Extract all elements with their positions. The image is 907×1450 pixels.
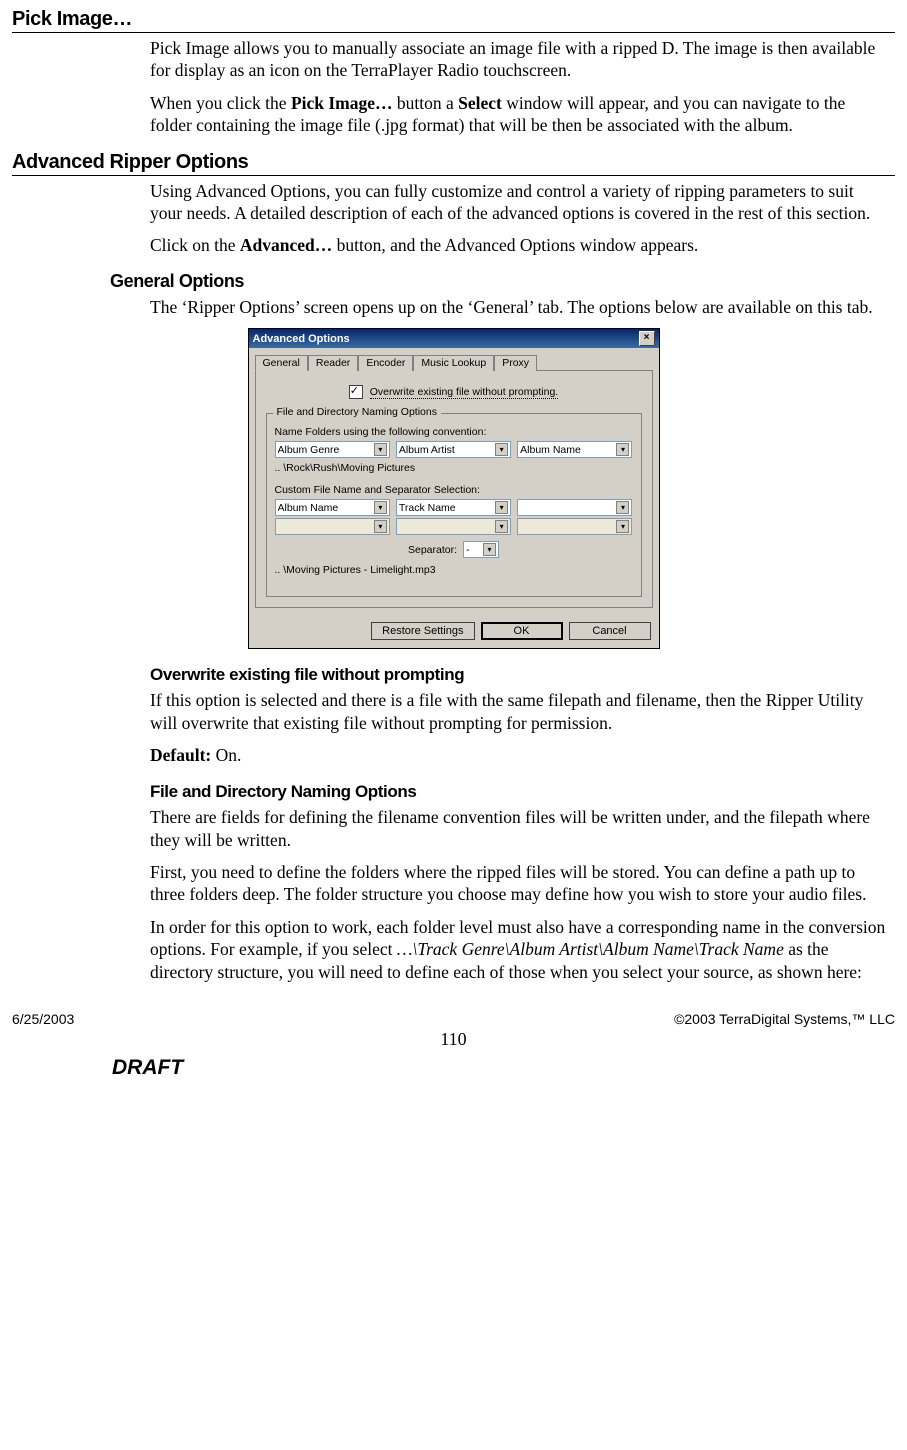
paragraph: The ‘Ripper Options’ screen opens up on … <box>150 296 889 318</box>
tab-encoder[interactable]: Encoder <box>358 355 413 371</box>
dialog-titlebar: Advanced Options × <box>249 329 659 348</box>
footer-copyright: ©2003 TerraDigital Systems,™ LLC <box>674 1011 895 1027</box>
paragraph: First, you need to define the folders wh… <box>150 861 889 906</box>
folder-naming-label: Name Folders using the following convent… <box>275 426 633 438</box>
restore-settings-button[interactable]: Restore Settings <box>371 622 474 640</box>
paragraph: If this option is selected and there is … <box>150 689 889 734</box>
tab-general[interactable]: General <box>255 355 308 371</box>
file-path-preview: .. \Moving Pictures - Limelight.mp3 <box>275 564 633 576</box>
custom-filename-label: Custom File Name and Separator Selection… <box>275 484 633 496</box>
heading-pick-image: Pick Image… <box>12 8 895 33</box>
dialog-tabs: General Reader Encoder Music Lookup Prox… <box>255 354 653 371</box>
folder-path-preview: .. \Rock\Rush\Moving Pictures <box>275 462 633 474</box>
tab-music-lookup[interactable]: Music Lookup <box>413 355 494 371</box>
separator-select[interactable]: - <box>463 541 499 558</box>
advanced-options-dialog: Advanced Options × General Reader Encode… <box>248 328 660 649</box>
paragraph: When you click the Pick Image… button a … <box>150 92 889 137</box>
close-icon[interactable]: × <box>639 331 655 346</box>
file-select-5[interactable] <box>396 518 511 535</box>
tab-proxy[interactable]: Proxy <box>494 355 537 371</box>
file-select-2[interactable]: Track Name <box>396 499 511 516</box>
file-select-1[interactable]: Album Name <box>275 499 390 516</box>
folder-select-2[interactable]: Album Artist <box>396 441 511 458</box>
heading-advanced-ripper: Advanced Ripper Options <box>12 151 895 176</box>
dialog-title: Advanced Options <box>253 333 350 345</box>
footer-date: 6/25/2003 <box>12 1011 74 1027</box>
paragraph: Default: On. <box>150 744 889 766</box>
paragraph: In order for this option to work, each f… <box>150 916 889 983</box>
folder-select-3[interactable]: Album Name <box>517 441 632 458</box>
overwrite-checkbox[interactable] <box>349 385 363 399</box>
paragraph: Using Advanced Options, you can fully cu… <box>150 180 889 225</box>
paragraph: Pick Image allows you to manually associ… <box>150 37 889 82</box>
paragraph: Click on the Advanced… button, and the A… <box>150 234 889 256</box>
heading-file-dir-naming: File and Directory Naming Options <box>150 782 895 802</box>
draft-watermark: DRAFT <box>112 1056 895 1080</box>
file-select-6[interactable] <box>517 518 632 535</box>
page-number: 110 <box>12 1029 895 1050</box>
heading-overwrite: Overwrite existing file without promptin… <box>150 665 895 685</box>
cancel-button[interactable]: Cancel <box>569 622 651 640</box>
ok-button[interactable]: OK <box>481 622 563 640</box>
paragraph: There are fields for defining the filena… <box>150 806 889 851</box>
folder-select-1[interactable]: Album Genre <box>275 441 390 458</box>
file-select-3[interactable] <box>517 499 632 516</box>
fieldset-legend: File and Directory Naming Options <box>273 406 441 418</box>
tab-reader[interactable]: Reader <box>308 355 358 371</box>
overwrite-checkbox-label: Overwrite existing file without promptin… <box>370 386 559 399</box>
file-select-4[interactable] <box>275 518 390 535</box>
separator-label: Separator: <box>408 544 457 556</box>
heading-general-options: General Options <box>110 271 895 292</box>
